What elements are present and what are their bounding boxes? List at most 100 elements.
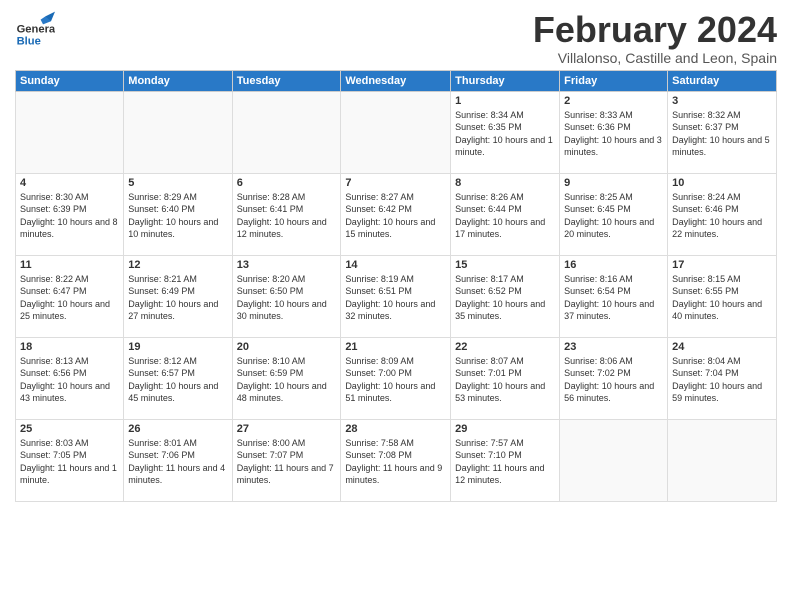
calendar-cell: 22 Sunrise: 8:07 AM Sunset: 7:01 PM Dayli…	[451, 337, 560, 419]
day-number: 11	[20, 259, 119, 271]
day-number: 25	[20, 423, 119, 435]
day-number: 1	[455, 95, 555, 107]
weekday-header-monday: Monday	[124, 70, 232, 91]
calendar-cell: 8 Sunrise: 8:26 AM Sunset: 6:44 PM Daylig…	[451, 173, 560, 255]
day-info: Sunrise: 8:09 AM Sunset: 7:00 PM Dayligh…	[345, 355, 446, 405]
calendar-cell: 5 Sunrise: 8:29 AM Sunset: 6:40 PM Daylig…	[124, 173, 232, 255]
calendar-cell	[232, 91, 341, 173]
month-title: February 2024	[533, 10, 777, 50]
calendar-cell: 10 Sunrise: 8:24 AM Sunset: 6:46 PM Dayli…	[668, 173, 777, 255]
day-info: Sunrise: 8:01 AM Sunset: 7:06 PM Dayligh…	[128, 437, 227, 487]
day-info: Sunrise: 8:13 AM Sunset: 6:56 PM Dayligh…	[20, 355, 119, 405]
calendar-cell: 11 Sunrise: 8:22 AM Sunset: 6:47 PM Dayli…	[16, 255, 124, 337]
calendar-cell: 1 Sunrise: 8:34 AM Sunset: 6:35 PM Daylig…	[451, 91, 560, 173]
weekday-header-tuesday: Tuesday	[232, 70, 341, 91]
day-info: Sunrise: 8:25 AM Sunset: 6:45 PM Dayligh…	[564, 191, 663, 241]
day-number: 13	[237, 259, 337, 271]
calendar-cell: 14 Sunrise: 8:19 AM Sunset: 6:51 PM Dayli…	[341, 255, 451, 337]
day-number: 19	[128, 341, 227, 353]
day-number: 3	[672, 95, 772, 107]
day-number: 2	[564, 95, 663, 107]
calendar-cell: 2 Sunrise: 8:33 AM Sunset: 6:36 PM Daylig…	[560, 91, 668, 173]
day-info: Sunrise: 8:16 AM Sunset: 6:54 PM Dayligh…	[564, 273, 663, 323]
day-info: Sunrise: 8:03 AM Sunset: 7:05 PM Dayligh…	[20, 437, 119, 487]
svg-text:Blue: Blue	[17, 35, 41, 47]
weekday-header-saturday: Saturday	[668, 70, 777, 91]
calendar-cell: 19Sunrise: 8:12 AM Sunset: 6:57 PM Dayli…	[124, 337, 232, 419]
day-info: Sunrise: 8:34 AM Sunset: 6:35 PM Dayligh…	[455, 109, 555, 159]
calendar-cell: 4 Sunrise: 8:30 AM Sunset: 6:39 PM Daylig…	[16, 173, 124, 255]
day-info: Sunrise: 8:27 AM Sunset: 6:42 PM Dayligh…	[345, 191, 446, 241]
calendar-cell	[341, 91, 451, 173]
day-info: Sunrise: 8:28 AM Sunset: 6:41 PM Dayligh…	[237, 191, 337, 241]
day-number: 28	[345, 423, 446, 435]
day-number: 12	[128, 259, 227, 271]
subtitle: Villalonso, Castille and Leon, Spain	[533, 50, 777, 66]
calendar-cell: 3 Sunrise: 8:32 AM Sunset: 6:37 PM Daylig…	[668, 91, 777, 173]
day-info: Sunrise: 7:57 AM Sunset: 7:10 PM Dayligh…	[455, 437, 555, 487]
day-info: Sunrise: 8:20 AM Sunset: 6:50 PM Dayligh…	[237, 273, 337, 323]
day-info: Sunrise: 8:30 AM Sunset: 6:39 PM Dayligh…	[20, 191, 119, 241]
day-number: 16	[564, 259, 663, 271]
day-number: 14	[345, 259, 446, 271]
day-number: 7	[345, 177, 446, 189]
day-number: 10	[672, 177, 772, 189]
day-info: Sunrise: 8:24 AM Sunset: 6:46 PM Dayligh…	[672, 191, 772, 241]
day-number: 8	[455, 177, 555, 189]
weekday-header-thursday: Thursday	[451, 70, 560, 91]
weekday-header-wednesday: Wednesday	[341, 70, 451, 91]
day-info: Sunrise: 8:26 AM Sunset: 6:44 PM Dayligh…	[455, 191, 555, 241]
day-info: Sunrise: 8:29 AM Sunset: 6:40 PM Dayligh…	[128, 191, 227, 241]
day-number: 20	[237, 341, 337, 353]
day-number: 29	[455, 423, 555, 435]
calendar-cell: 27 Sunrise: 8:00 AM Sunset: 7:07 PM Dayli…	[232, 419, 341, 501]
day-number: 4	[20, 177, 119, 189]
calendar-cell: 25 Sunrise: 8:03 AM Sunset: 7:05 PM Dayli…	[16, 419, 124, 501]
calendar-cell	[124, 91, 232, 173]
logo: General Blue	[15, 10, 55, 50]
calendar-cell: 29 Sunrise: 7:57 AM Sunset: 7:10 PM Dayli…	[451, 419, 560, 501]
calendar-cell: 20Sunrise: 8:10 AM Sunset: 6:59 PM Dayli…	[232, 337, 341, 419]
day-number: 15	[455, 259, 555, 271]
day-info: Sunrise: 8:17 AM Sunset: 6:52 PM Dayligh…	[455, 273, 555, 323]
weekday-header-friday: Friday	[560, 70, 668, 91]
day-number: 17	[672, 259, 772, 271]
day-number: 22	[455, 341, 555, 353]
day-number: 27	[237, 423, 337, 435]
calendar-cell: 21 Sunrise: 8:09 AM Sunset: 7:00 PM Dayli…	[341, 337, 451, 419]
day-info: Sunrise: 8:04 AM Sunset: 7:04 PM Dayligh…	[672, 355, 772, 405]
calendar-cell: 6 Sunrise: 8:28 AM Sunset: 6:41 PM Daylig…	[232, 173, 341, 255]
day-number: 5	[128, 177, 227, 189]
calendar-cell: 24 Sunrise: 8:04 AM Sunset: 7:04 PM Dayli…	[668, 337, 777, 419]
logo-icon: General Blue	[15, 10, 55, 50]
calendar-cell	[16, 91, 124, 173]
calendar-cell: 12 Sunrise: 8:21 AM Sunset: 6:49 PM Dayli…	[124, 255, 232, 337]
day-info: Sunrise: 8:06 AM Sunset: 7:02 PM Dayligh…	[564, 355, 663, 405]
day-info: Sunrise: 8:00 AM Sunset: 7:07 PM Dayligh…	[237, 437, 337, 487]
calendar-cell: 16 Sunrise: 8:16 AM Sunset: 6:54 PM Dayli…	[560, 255, 668, 337]
calendar-cell: 28Sunrise: 7:58 AM Sunset: 7:08 PM Dayli…	[341, 419, 451, 501]
weekday-header-sunday: Sunday	[16, 70, 124, 91]
day-info: Sunrise: 8:21 AM Sunset: 6:49 PM Dayligh…	[128, 273, 227, 323]
day-info: Sunrise: 8:22 AM Sunset: 6:47 PM Dayligh…	[20, 273, 119, 323]
day-number: 26	[128, 423, 227, 435]
day-info: Sunrise: 8:19 AM Sunset: 6:51 PM Dayligh…	[345, 273, 446, 323]
calendar-table: SundayMondayTuesdayWednesdayThursdayFrid…	[15, 70, 777, 502]
day-number: 18	[20, 341, 119, 353]
calendar-cell: 17 Sunrise: 8:15 AM Sunset: 6:55 PM Dayli…	[668, 255, 777, 337]
calendar-cell: 23Sunrise: 8:06 AM Sunset: 7:02 PM Dayli…	[560, 337, 668, 419]
day-info: Sunrise: 8:15 AM Sunset: 6:55 PM Dayligh…	[672, 273, 772, 323]
calendar-cell: 7 Sunrise: 8:27 AM Sunset: 6:42 PM Daylig…	[341, 173, 451, 255]
day-number: 6	[237, 177, 337, 189]
day-info: Sunrise: 8:32 AM Sunset: 6:37 PM Dayligh…	[672, 109, 772, 159]
calendar-cell: 9Sunrise: 8:25 AM Sunset: 6:45 PM Daylig…	[560, 173, 668, 255]
calendar-cell: 15 Sunrise: 8:17 AM Sunset: 6:52 PM Dayli…	[451, 255, 560, 337]
svg-text:General: General	[17, 23, 55, 35]
day-info: Sunrise: 8:33 AM Sunset: 6:36 PM Dayligh…	[564, 109, 663, 159]
day-number: 24	[672, 341, 772, 353]
day-number: 21	[345, 341, 446, 353]
title-section: February 2024 Villalonso, Castille and L…	[533, 10, 777, 66]
calendar-cell	[560, 419, 668, 501]
day-info: Sunrise: 8:07 AM Sunset: 7:01 PM Dayligh…	[455, 355, 555, 405]
calendar-cell: 26 Sunrise: 8:01 AM Sunset: 7:06 PM Dayli…	[124, 419, 232, 501]
